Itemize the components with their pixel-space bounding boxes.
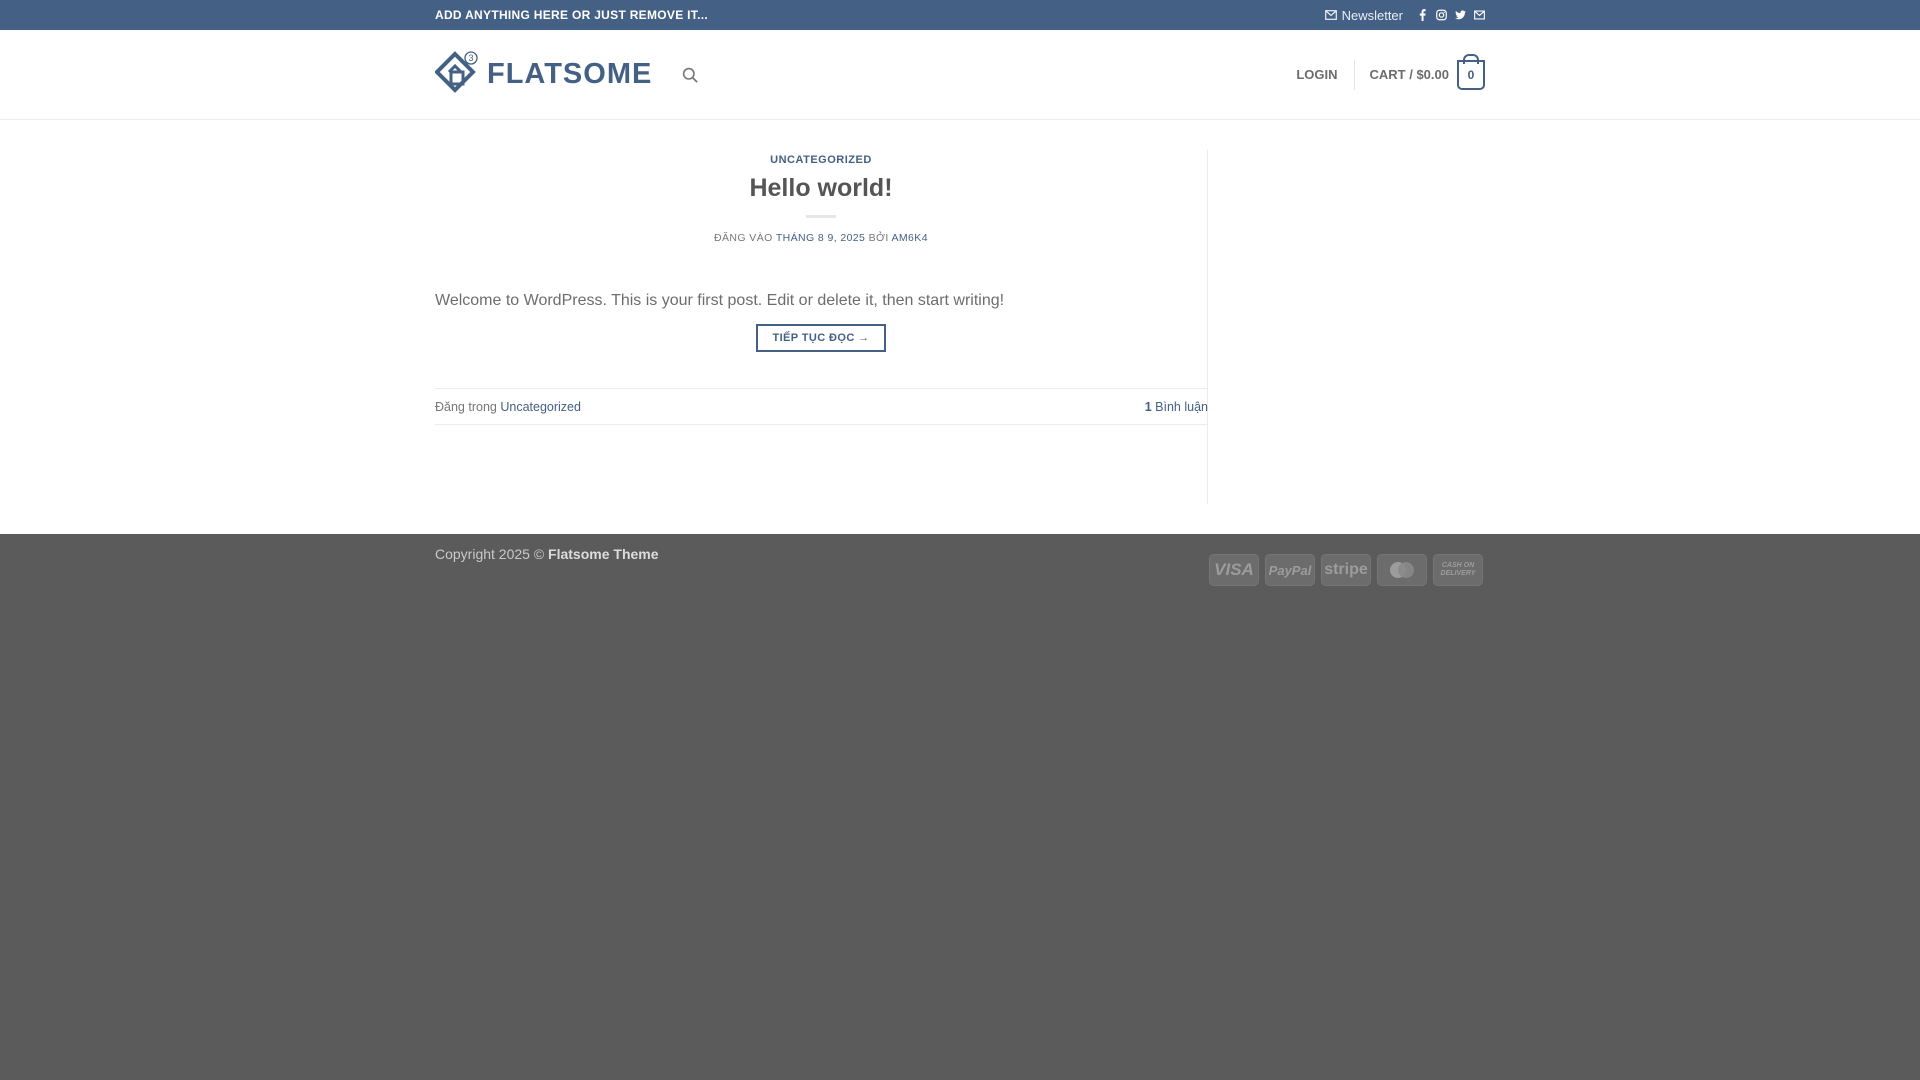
post-footer: Đăng trong Uncategorized 1 Bình luận xyxy=(435,388,1208,425)
cash-on-delivery-icon: CASH ON DELIVERY xyxy=(1433,554,1483,586)
meta-by: BỞI xyxy=(868,232,889,244)
login-link[interactable]: LOGIN xyxy=(1296,59,1355,90)
main-content: UNCATEGORIZED Hello world! ĐĂNG VÀO THÁN… xyxy=(0,120,1920,534)
post-meta: ĐĂNG VÀO THÁNG 8 9, 2025 BỞI AM6K4 xyxy=(435,232,1207,244)
comments-label: Bình luận xyxy=(1155,399,1208,414)
cash-line-1: CASH ON xyxy=(1441,562,1475,569)
meta-prefix: ĐĂNG VÀO xyxy=(714,232,773,244)
newsletter-link[interactable]: Newsletter xyxy=(1324,7,1403,23)
cash-line-2: DELIVERY xyxy=(1440,570,1476,577)
visa-icon: VISA xyxy=(1209,554,1259,586)
logo-text: FLATSOME xyxy=(487,58,653,90)
email-icon[interactable] xyxy=(1474,9,1485,21)
topbar-message: ADD ANYTHING HERE OR JUST REMOVE IT... xyxy=(435,8,708,22)
payment-icons: VISA PayPal stripe CASH ON DELIVERY xyxy=(1209,554,1483,586)
site-logo[interactable]: 3 FLATSOME xyxy=(434,50,653,99)
post-author-link[interactable]: AM6K4 xyxy=(892,232,928,244)
newsletter-label: Newsletter xyxy=(1341,7,1403,23)
envelope-icon xyxy=(1324,8,1337,23)
post-title[interactable]: Hello world! xyxy=(435,174,1207,203)
posted-in-label: Đăng trong xyxy=(435,399,497,414)
paypal-icon: PayPal xyxy=(1265,554,1315,586)
flatsome-logo-icon: 3 xyxy=(434,50,479,99)
top-bar: ADD ANYTHING HERE OR JUST REMOVE IT... N… xyxy=(0,0,1920,30)
mastercard-icon xyxy=(1377,554,1427,586)
copyright-brand: Flatsome Theme xyxy=(548,546,659,562)
search-icon[interactable] xyxy=(682,67,698,83)
cart-link[interactable]: CART / $0.00 0 xyxy=(1369,59,1485,90)
cart-label: CART / $0.00 xyxy=(1369,67,1449,82)
post-category-link[interactable]: UNCATEGORIZED xyxy=(770,154,872,166)
copyright-prefix: Copyright 2025 © xyxy=(435,546,545,562)
cart-count-badge: 0 xyxy=(1457,59,1485,90)
comments-count: 1 xyxy=(1144,399,1152,414)
footer-category-link[interactable]: Uncategorized xyxy=(500,400,581,414)
social-icons xyxy=(1417,9,1485,21)
site-footer: Copyright 2025 © Flatsome Theme VISA Pay… xyxy=(0,534,1920,634)
logo-badge: 3 xyxy=(468,53,473,63)
post-date-link[interactable]: THÁNG 8 9, 2025 xyxy=(776,232,865,244)
stripe-icon: stripe xyxy=(1321,554,1371,586)
post-article: UNCATEGORIZED Hello world! ĐĂNG VÀO THÁN… xyxy=(435,150,1208,504)
site-header: 3 FLATSOME LOGIN CART / $0.00 0 xyxy=(0,30,1920,120)
comments-link[interactable]: 1 Bình luận xyxy=(1145,400,1208,414)
instagram-icon[interactable] xyxy=(1436,9,1447,21)
title-divider xyxy=(806,215,836,218)
twitter-icon[interactable] xyxy=(1455,9,1466,21)
facebook-icon[interactable] xyxy=(1417,9,1428,21)
post-excerpt: Welcome to WordPress. This is your first… xyxy=(435,292,1005,309)
copyright: Copyright 2025 © Flatsome Theme xyxy=(435,546,659,562)
read-more-button[interactable]: TIẾP TỤC ĐỌC → xyxy=(756,324,886,352)
